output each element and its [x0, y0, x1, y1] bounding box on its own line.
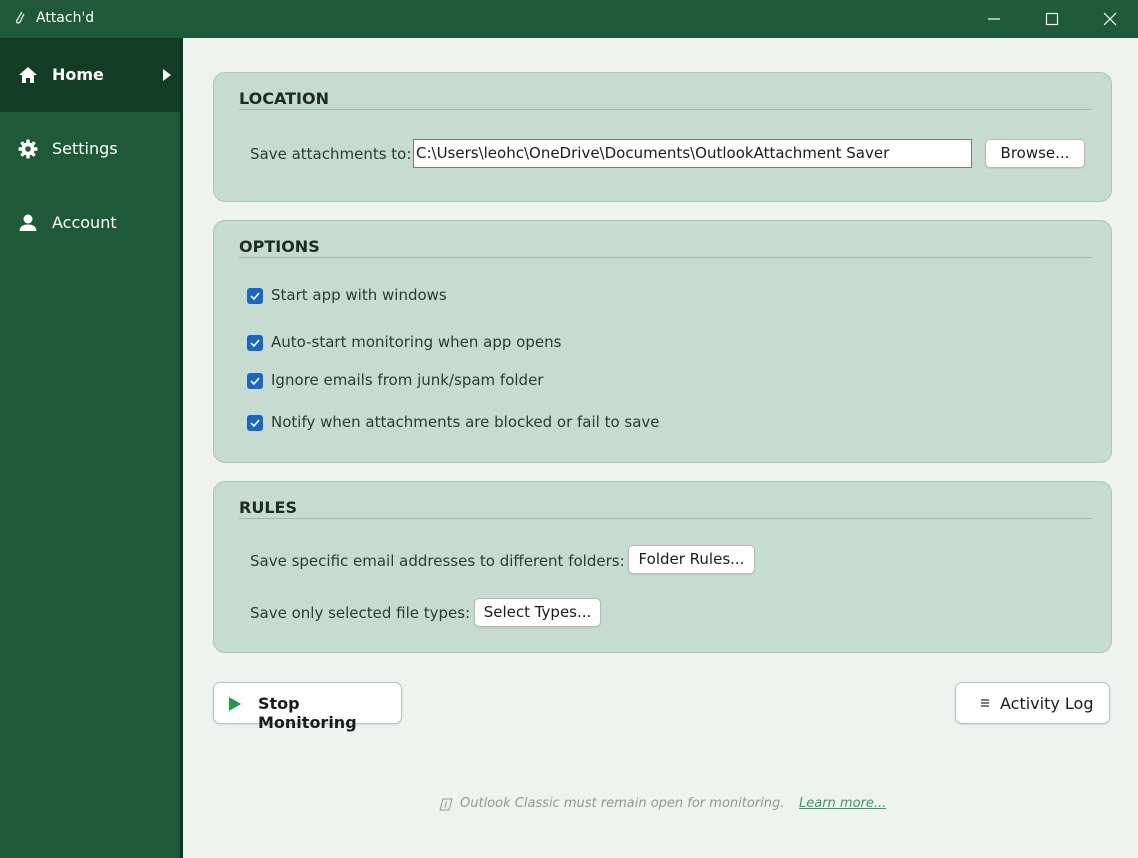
option-label: Notify when attachments are blocked or f…: [271, 413, 660, 431]
minimize-button[interactable]: [965, 0, 1023, 38]
checkmark-icon: [250, 339, 260, 348]
window-title: Attach'd: [36, 10, 95, 26]
section-title: RULES: [239, 498, 297, 517]
sidebar-item-settings[interactable]: Settings: [0, 112, 180, 186]
save-location-label: Save attachments to:: [250, 145, 412, 163]
file-types-label: Save only selected file types:: [250, 604, 471, 622]
folder-rules-button[interactable]: Folder Rules...: [628, 545, 755, 574]
stop-monitoring-label: Stop Monitoring: [258, 694, 357, 732]
checkmark-icon: [250, 292, 260, 301]
footer-text: Outlook Classic must remain open for mon…: [460, 796, 785, 811]
activity-log-button[interactable]: Activity Log: [955, 682, 1110, 724]
person-icon: [19, 214, 37, 231]
sidebar-item-label: Home: [52, 65, 104, 84]
sidebar-item-home[interactable]: Home: [0, 38, 180, 112]
minimize-icon: [988, 18, 1000, 20]
section-title: OPTIONS: [239, 237, 320, 256]
rules-section: RULES Save specific email addresses to d…: [213, 481, 1112, 653]
gear-icon: [18, 139, 38, 159]
sidebar-item-label: Account: [52, 213, 117, 232]
title-bar: Attach'd: [0, 0, 1138, 38]
folder-rules-label: Save specific email addresses to differe…: [250, 552, 625, 570]
close-button[interactable]: [1081, 0, 1138, 38]
checkmark-icon: [250, 419, 260, 428]
checkbox[interactable]: [247, 373, 263, 389]
learn-more-link[interactable]: Learn more...: [799, 796, 886, 811]
option-label: Ignore emails from junk/spam folder: [271, 371, 544, 389]
play-icon: [229, 697, 241, 711]
option-label: Start app with windows: [271, 286, 447, 304]
sidebar-item-label: Settings: [52, 139, 118, 158]
menu-icon: [981, 699, 989, 707]
close-icon: [1103, 12, 1117, 26]
option-label: Auto-start monitoring when app opens: [271, 333, 562, 351]
home-icon: [19, 67, 37, 83]
checkbox[interactable]: [247, 335, 263, 351]
sidebar-item-account[interactable]: Account: [0, 186, 180, 260]
location-section: LOCATION Save attachments to: C:\Users\l…: [213, 72, 1112, 202]
stop-monitoring-button[interactable]: Stop Monitoring: [213, 682, 402, 732]
app-window: Attach'd Home Settings Account LOCATION …: [0, 0, 1138, 858]
divider: [239, 257, 1092, 258]
activity-log-label: Activity Log: [1000, 694, 1094, 713]
maximize-button[interactable]: [1023, 0, 1081, 38]
checkbox[interactable]: [247, 415, 263, 431]
checkbox[interactable]: [247, 288, 263, 304]
maximize-icon: [1045, 12, 1059, 26]
sidebar: Home Settings Account: [0, 38, 183, 858]
options-section: OPTIONS Start app with windows Auto-star…: [213, 220, 1112, 463]
select-types-button[interactable]: Select Types...: [474, 598, 601, 627]
chevron-right-icon: [163, 69, 171, 81]
divider: [239, 518, 1092, 519]
checkmark-icon: [250, 377, 260, 386]
section-title: LOCATION: [239, 89, 329, 108]
divider: [239, 109, 1092, 110]
paperclip-icon: [15, 11, 25, 24]
browse-button[interactable]: Browse...: [985, 139, 1085, 168]
save-path-input[interactable]: C:\Users\leohc\OneDrive\Documents\Outloo…: [413, 139, 972, 168]
note-icon: [439, 798, 453, 811]
